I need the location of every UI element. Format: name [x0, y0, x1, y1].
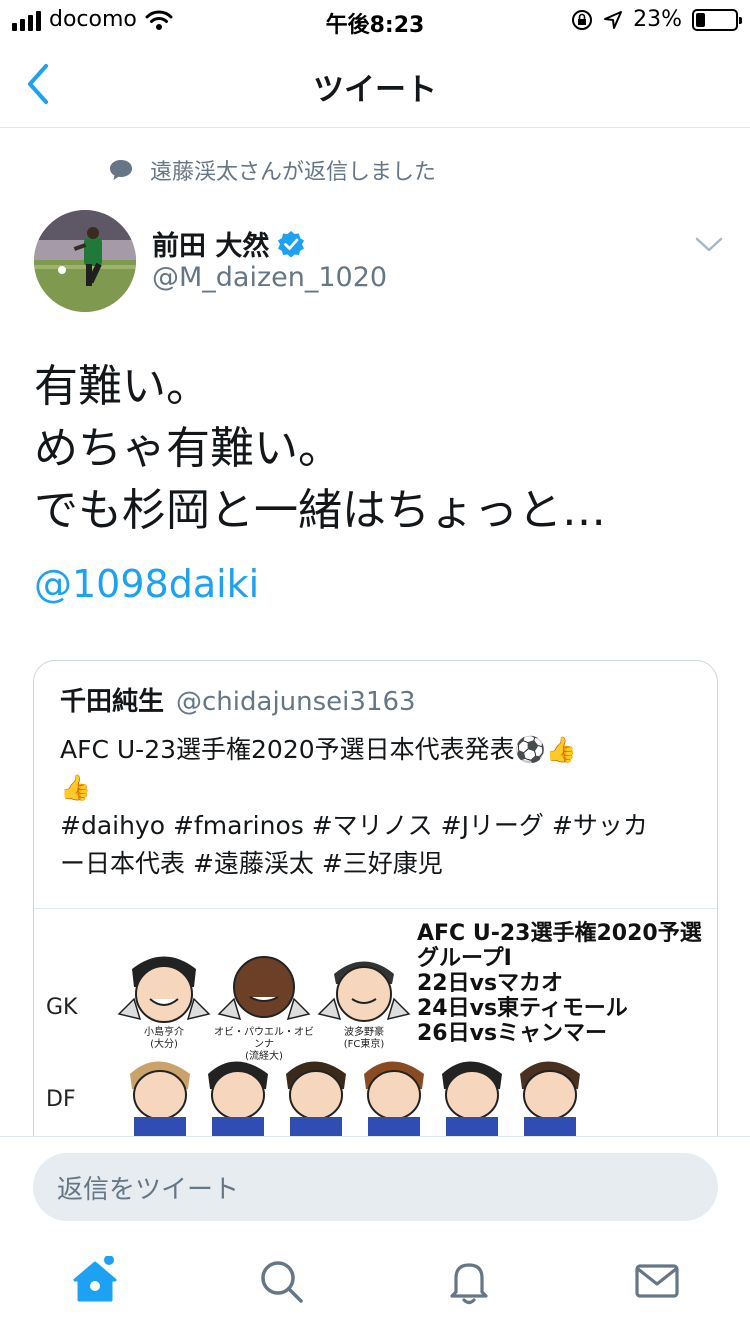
location-icon	[604, 10, 623, 29]
image-info-text: AFC U-23選手権2020予選 グループI 22日vsマカオ 24日vs東テ…	[417, 921, 702, 1046]
page-title: ツイート	[313, 72, 437, 108]
df-label: DF	[46, 1087, 76, 1112]
battery-icon	[692, 8, 742, 31]
quoted-author-handle: @chidajunsei3163	[176, 687, 416, 717]
tweet-text-line: 有難い。	[34, 361, 210, 412]
author-name[interactable]: 前田 大然	[152, 224, 269, 263]
image-info-line: 22日vsマカオ	[417, 971, 564, 996]
author-name-row[interactable]: 前田 大然	[152, 224, 305, 263]
df-players-illustration	[130, 1061, 580, 1139]
battery-fill	[696, 12, 705, 27]
quoted-tweet-header: 千田純生 @chidajunsei3163	[60, 681, 416, 718]
quoted-author-name: 千田純生	[60, 687, 165, 717]
player-illustration	[217, 956, 311, 1021]
status-right: 23%	[571, 7, 742, 32]
image-info-line: 26日vsミャンマー	[417, 1021, 608, 1046]
player-caption: 波多野豪 (FC東京)	[314, 1027, 414, 1051]
rotation-lock-icon	[572, 9, 593, 30]
reply-context: 遠藤渓太さんが返信しました	[108, 154, 436, 186]
verified-badge-icon	[278, 230, 305, 257]
player-illustration	[317, 961, 411, 1022]
tab-bar	[0, 1236, 750, 1334]
chevron-down-icon[interactable]	[694, 232, 724, 256]
quoted-tweet[interactable]: 千田純生 @chidajunsei3163 AFC U-23選手権2020予選日…	[33, 660, 718, 1180]
quoted-text-line: AFC U-23選手権2020予選日本代表発表⚽️👍	[60, 735, 577, 764]
reply-bar: 返信をツイート	[0, 1136, 750, 1236]
player-caption-name: 小島亨介	[144, 1027, 184, 1038]
image-info-line: 24日vs東ティモール	[417, 996, 628, 1021]
tweet-text: 有難い。 めちゃ有難い。 でも杉岡と一緒はちょっと…	[34, 356, 606, 542]
image-info-line: AFC U-23選手権2020予選	[417, 921, 702, 946]
quoted-tweet-text: AFC U-23選手権2020予選日本代表発表⚽️👍 👍 #daihyo #fm…	[60, 731, 700, 883]
status-bar: docomo 午後8:23 23%	[0, 0, 750, 40]
speech-bubble-icon	[110, 160, 132, 180]
nav-bar: ツイート	[0, 40, 750, 128]
tweet-text-line: でも杉岡と一緒はちょっと…	[34, 485, 606, 536]
author-handle[interactable]: @M_daizen_1020	[152, 262, 387, 293]
gk-label: GK	[46, 995, 78, 1020]
mention-link[interactable]: @1098daiki	[34, 562, 259, 606]
quoted-text-line: #daihyo #fmarinos #マリノス #Jリーグ #サッカ	[60, 811, 648, 840]
player-caption-name: 波多野豪	[344, 1027, 384, 1038]
quoted-text-line: ー日本代表 #遠藤渓太 #三好康児	[60, 849, 443, 878]
battery-percent: 23%	[633, 7, 682, 32]
notifications-icon[interactable]	[444, 1256, 494, 1306]
quoted-text-line: 👍	[60, 773, 92, 802]
search-icon[interactable]	[256, 1256, 306, 1306]
player-illustration	[117, 956, 211, 1023]
reply-context-text: 遠藤渓太さんが返信しました	[150, 160, 437, 185]
messages-icon[interactable]	[632, 1256, 682, 1306]
reply-input[interactable]: 返信をツイート	[33, 1153, 718, 1221]
player-caption-name: オビ・パウエル・オビンナ	[214, 1027, 314, 1050]
tweet-text-line: めちゃ有難い。	[34, 423, 342, 474]
home-icon[interactable]	[70, 1256, 120, 1306]
image-info-line: グループI	[417, 946, 512, 971]
player-caption: 小島亨介 (大分)	[114, 1027, 214, 1051]
avatar[interactable]	[34, 210, 136, 312]
